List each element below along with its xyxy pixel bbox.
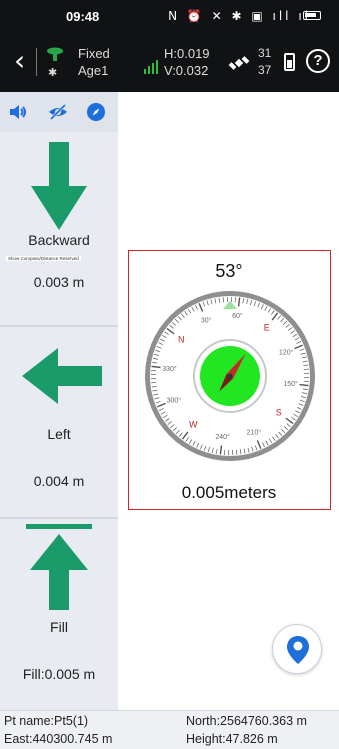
compass-icon[interactable] [86,102,106,122]
age-label: Age1 [78,63,109,78]
device-battery-icon[interactable] [284,53,295,71]
header-divider [36,48,37,76]
compass-degree-label: 150° [283,380,298,388]
compass-degree-label: 120° [279,349,294,357]
bluetooth-icon: ✱ [48,66,58,79]
gps-receiver-icon [47,47,63,61]
compass-heading: 53° [215,261,243,281]
signal-strength-icon [144,60,158,74]
height-value: Height:47.826 m [186,732,278,746]
compass-distance: 0.005meters [181,483,277,502]
location-button[interactable] [272,624,322,674]
backward-label: Backward [28,232,90,248]
back-button[interactable]: ‹ [14,46,25,76]
point-name: Pt name:Pt5(1) [4,714,89,728]
compass-panel: 53° NESW 30° 60° 120° 150° 210° 240° 300° 330° … [128,250,331,510]
status-icons: N ⏰ ✕ ✱ ▣ ıll ıl [168,9,311,23]
app-header: ‹ ✱ Fixed Age1 H:0.019 V:0.032 31 37 ? [0,36,339,90]
backward-value: 0.003 m [33,274,85,290]
satellites-tracked: 37 [258,63,272,77]
panel-toolbar [0,92,118,132]
stakeout-direction-panel: Backward Show Compass/Distance Reserved … [0,92,118,710]
fill-label: Fill [50,619,68,635]
compass-degree-label: 210° [247,429,262,437]
compass-distance-note: Show Compass/Distance Reserved [6,256,81,261]
compass-degree-label: 300° [167,396,182,404]
left-value: 0.004 m [33,473,85,489]
point-info-footer: Pt name:Pt5(1) North:2564760.363 m East:… [0,710,339,749]
fill-arrow-icon [26,524,92,610]
left-arrow-icon [22,348,102,404]
status-time: 09:48 [66,9,100,24]
top-bar: 09:48 N ⏰ ✕ ✱ ▣ ıll ıl ‹ ✱ Fixed Age1 H:… [0,0,339,92]
compass-cardinal-s: S [276,408,282,418]
compass-cardinal-n: N [178,334,185,344]
north-coordinate: North:2564760.363 m [186,714,307,728]
compass-cardinal-w: W [189,420,198,430]
satellites-used: 31 [258,46,272,60]
location-pin-icon [287,636,309,664]
horizontal-precision: H:0.019 [164,46,210,61]
left-label: Left [47,426,71,442]
fix-status: Fixed [78,46,110,61]
vertical-precision: V:0.032 [164,63,209,78]
compass-degree-label: 60° [232,312,243,320]
compass-degree-label: 330° [162,365,177,373]
help-button[interactable]: ? [306,49,330,73]
fill-value: Fill:0.005 m [22,666,96,682]
status-bar: 09:48 N ⏰ ✕ ✱ ▣ ıll ıl [0,0,339,34]
backward-arrow-icon [31,142,87,230]
east-coordinate: East:440300.745 m [4,732,113,746]
compass-degree-label: 30° [201,316,212,324]
satellite-icon [228,56,250,70]
divider [0,517,118,519]
compass-cardinal-e: E [264,322,270,332]
hide-eye-icon[interactable] [48,102,68,122]
compass-degree-label: 240° [215,433,230,441]
battery-icon [303,11,321,20]
volume-icon[interactable] [8,102,28,122]
compass-dial: N E S W 30° 60° 120° 150° 210° 240° 300° 330° [145,291,315,461]
divider [0,325,118,327]
